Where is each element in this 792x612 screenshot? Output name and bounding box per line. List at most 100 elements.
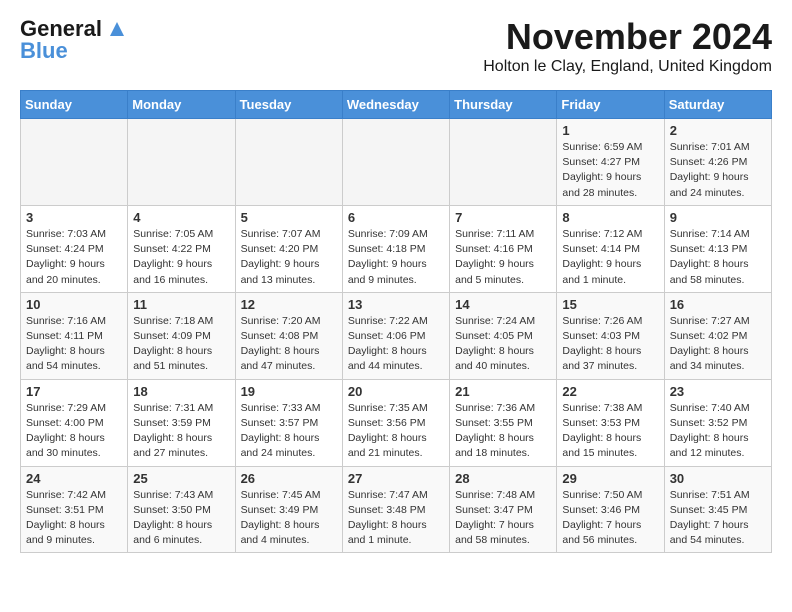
weekday-header-sunday: Sunday [21, 91, 128, 119]
day-info: Sunrise: 7:36 AM Sunset: 3:55 PM Dayligh… [455, 401, 551, 462]
day-info: Sunrise: 7:07 AM Sunset: 4:20 PM Dayligh… [241, 227, 337, 288]
calendar-cell: 10 Sunrise: 7:16 AM Sunset: 4:11 PM Dayli… [21, 292, 128, 379]
calendar-cell: 22 Sunrise: 7:38 AM Sunset: 3:53 PM Dayli… [557, 379, 664, 466]
calendar-cell: 17 Sunrise: 7:29 AM Sunset: 4:00 PM Dayli… [21, 379, 128, 466]
calendar-cell: 12 Sunrise: 7:20 AM Sunset: 4:08 PM Dayli… [235, 292, 342, 379]
calendar-cell: 5 Sunrise: 7:07 AM Sunset: 4:20 PM Daylig… [235, 205, 342, 292]
day-number: 8 [562, 210, 658, 225]
day-number: 17 [26, 384, 122, 399]
day-info: Sunrise: 7:11 AM Sunset: 4:16 PM Dayligh… [455, 227, 551, 288]
calendar-cell: 4Sunrise: 7:05 AM Sunset: 4:22 PM Daylig… [128, 205, 235, 292]
week-row-2: 3 Sunrise: 7:03 AM Sunset: 4:24 PM Daylig… [21, 205, 772, 292]
calendar-cell: 18 Sunrise: 7:31 AM Sunset: 3:59 PM Dayli… [128, 379, 235, 466]
calendar-cell: 9Sunrise: 7:14 AM Sunset: 4:13 PM Daylig… [664, 205, 771, 292]
day-info: Sunrise: 7:51 AM Sunset: 3:45 PM Dayligh… [670, 488, 766, 549]
logo: General Blue [20, 16, 128, 64]
day-number: 3 [26, 210, 122, 225]
day-info: Sunrise: 7:38 AM Sunset: 3:53 PM Dayligh… [562, 401, 658, 462]
day-info: Sunrise: 7:18 AM Sunset: 4:09 PM Dayligh… [133, 314, 229, 375]
calendar-cell: 28 Sunrise: 7:48 AM Sunset: 3:47 PM Dayli… [450, 466, 557, 553]
day-number: 13 [348, 297, 444, 312]
day-number: 10 [26, 297, 122, 312]
calendar-cell: 23 Sunrise: 7:40 AM Sunset: 3:52 PM Dayli… [664, 379, 771, 466]
day-number: 20 [348, 384, 444, 399]
logo-blue: Blue [20, 38, 68, 64]
day-info: Sunrise: 7:35 AM Sunset: 3:56 PM Dayligh… [348, 401, 444, 462]
weekday-header-saturday: Saturday [664, 91, 771, 119]
week-row-1: 1 Sunrise: 6:59 AM Sunset: 4:27 PM Daylig… [21, 119, 772, 206]
day-info: Sunrise: 7:45 AM Sunset: 3:49 PM Dayligh… [241, 488, 337, 549]
calendar-cell: 25 Sunrise: 7:43 AM Sunset: 3:50 PM Dayli… [128, 466, 235, 553]
calendar-cell: 6Sunrise: 7:09 AM Sunset: 4:18 PM Daylig… [342, 205, 449, 292]
day-info: Sunrise: 7:03 AM Sunset: 4:24 PM Dayligh… [26, 227, 122, 288]
day-number: 29 [562, 471, 658, 486]
day-number: 24 [26, 471, 122, 486]
day-info: Sunrise: 7:24 AM Sunset: 4:05 PM Dayligh… [455, 314, 551, 375]
calendar-cell: 1 Sunrise: 6:59 AM Sunset: 4:27 PM Daylig… [557, 119, 664, 206]
day-number: 4 [133, 210, 229, 225]
calendar-table: SundayMondayTuesdayWednesdayThursdayFrid… [20, 90, 772, 553]
header: General Blue November 2024 Holton le Cla… [20, 16, 772, 86]
day-number: 30 [670, 471, 766, 486]
day-info: Sunrise: 7:01 AM Sunset: 4:26 PM Dayligh… [670, 140, 766, 201]
day-number: 1 [562, 123, 658, 138]
day-number: 18 [133, 384, 229, 399]
calendar-subtitle: Holton le Clay, England, United Kingdom [483, 58, 772, 76]
day-info: Sunrise: 7:29 AM Sunset: 4:00 PM Dayligh… [26, 401, 122, 462]
day-number: 26 [241, 471, 337, 486]
calendar-cell [21, 119, 128, 206]
day-number: 11 [133, 297, 229, 312]
day-info: Sunrise: 7:47 AM Sunset: 3:48 PM Dayligh… [348, 488, 444, 549]
day-number: 25 [133, 471, 229, 486]
day-info: Sunrise: 7:48 AM Sunset: 3:47 PM Dayligh… [455, 488, 551, 549]
calendar-cell [128, 119, 235, 206]
calendar-cell: 13 Sunrise: 7:22 AM Sunset: 4:06 PM Dayli… [342, 292, 449, 379]
day-number: 21 [455, 384, 551, 399]
calendar-cell: 21 Sunrise: 7:36 AM Sunset: 3:55 PM Dayli… [450, 379, 557, 466]
weekday-header-thursday: Thursday [450, 91, 557, 119]
calendar-cell: 26 Sunrise: 7:45 AM Sunset: 3:49 PM Dayli… [235, 466, 342, 553]
day-number: 23 [670, 384, 766, 399]
day-number: 22 [562, 384, 658, 399]
day-info: Sunrise: 7:16 AM Sunset: 4:11 PM Dayligh… [26, 314, 122, 375]
calendar-cell: 15Sunrise: 7:26 AM Sunset: 4:03 PM Dayli… [557, 292, 664, 379]
week-row-5: 24 Sunrise: 7:42 AM Sunset: 3:51 PM Dayli… [21, 466, 772, 553]
week-row-3: 10 Sunrise: 7:16 AM Sunset: 4:11 PM Dayli… [21, 292, 772, 379]
calendar-cell: 24 Sunrise: 7:42 AM Sunset: 3:51 PM Dayli… [21, 466, 128, 553]
weekday-header-tuesday: Tuesday [235, 91, 342, 119]
calendar-cell: 3 Sunrise: 7:03 AM Sunset: 4:24 PM Daylig… [21, 205, 128, 292]
calendar-cell [342, 119, 449, 206]
calendar-cell [450, 119, 557, 206]
weekday-header-wednesday: Wednesday [342, 91, 449, 119]
day-info: Sunrise: 7:43 AM Sunset: 3:50 PM Dayligh… [133, 488, 229, 549]
calendar-cell: 14 Sunrise: 7:24 AM Sunset: 4:05 PM Dayli… [450, 292, 557, 379]
day-number: 28 [455, 471, 551, 486]
day-info: Sunrise: 7:33 AM Sunset: 3:57 PM Dayligh… [241, 401, 337, 462]
calendar-cell: 2 Sunrise: 7:01 AM Sunset: 4:26 PM Daylig… [664, 119, 771, 206]
day-info: Sunrise: 7:42 AM Sunset: 3:51 PM Dayligh… [26, 488, 122, 549]
day-number: 12 [241, 297, 337, 312]
day-info: Sunrise: 7:22 AM Sunset: 4:06 PM Dayligh… [348, 314, 444, 375]
logo-icon [106, 18, 128, 40]
calendar-cell: 7 Sunrise: 7:11 AM Sunset: 4:16 PM Daylig… [450, 205, 557, 292]
day-number: 16 [670, 297, 766, 312]
day-info: Sunrise: 7:14 AM Sunset: 4:13 PM Dayligh… [670, 227, 766, 288]
day-number: 5 [241, 210, 337, 225]
day-number: 7 [455, 210, 551, 225]
calendar-cell: 30 Sunrise: 7:51 AM Sunset: 3:45 PM Dayli… [664, 466, 771, 553]
day-number: 14 [455, 297, 551, 312]
day-number: 19 [241, 384, 337, 399]
weekday-header-monday: Monday [128, 91, 235, 119]
week-row-4: 17 Sunrise: 7:29 AM Sunset: 4:00 PM Dayli… [21, 379, 772, 466]
page: General Blue November 2024 Holton le Cla… [0, 0, 792, 569]
day-info: Sunrise: 7:20 AM Sunset: 4:08 PM Dayligh… [241, 314, 337, 375]
calendar-cell: 19 Sunrise: 7:33 AM Sunset: 3:57 PM Dayli… [235, 379, 342, 466]
day-number: 2 [670, 123, 766, 138]
day-number: 27 [348, 471, 444, 486]
day-info: Sunrise: 6:59 AM Sunset: 4:27 PM Dayligh… [562, 140, 658, 201]
day-info: Sunrise: 7:40 AM Sunset: 3:52 PM Dayligh… [670, 401, 766, 462]
day-info: Sunrise: 7:27 AM Sunset: 4:02 PM Dayligh… [670, 314, 766, 375]
calendar-cell: 29Sunrise: 7:50 AM Sunset: 3:46 PM Dayli… [557, 466, 664, 553]
weekday-header-friday: Friday [557, 91, 664, 119]
day-info: Sunrise: 7:31 AM Sunset: 3:59 PM Dayligh… [133, 401, 229, 462]
